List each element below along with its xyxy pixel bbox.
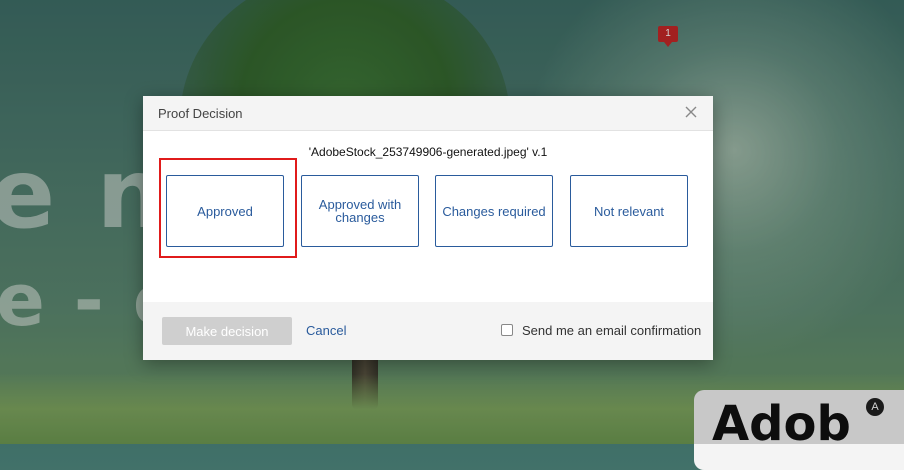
close-icon[interactable] xyxy=(683,104,699,120)
email-confirmation-label[interactable]: Send me an email confirmation xyxy=(522,323,701,338)
approved-button[interactable]: Approved xyxy=(166,175,284,247)
approved-with-changes-button[interactable]: Approved with changes xyxy=(301,175,419,247)
changes-required-button[interactable]: Changes required xyxy=(435,175,553,247)
dialog-footer: Make decision Cancel Send me an email co… xyxy=(143,302,713,360)
dialog-header: Proof Decision xyxy=(143,96,713,131)
cancel-link[interactable]: Cancel xyxy=(306,323,346,338)
not-relevant-button[interactable]: Not relevant xyxy=(570,175,688,247)
file-name: 'AdobeStock_253749906-generated.jpeg' v.… xyxy=(308,145,548,159)
proof-decision-dialog: Proof Decision 'AdobeStock_253749906-gen… xyxy=(143,96,713,360)
make-decision-button[interactable]: Make decision xyxy=(162,317,292,345)
dialog-title: Proof Decision xyxy=(158,106,243,121)
email-confirmation-checkbox[interactable] xyxy=(501,324,513,336)
